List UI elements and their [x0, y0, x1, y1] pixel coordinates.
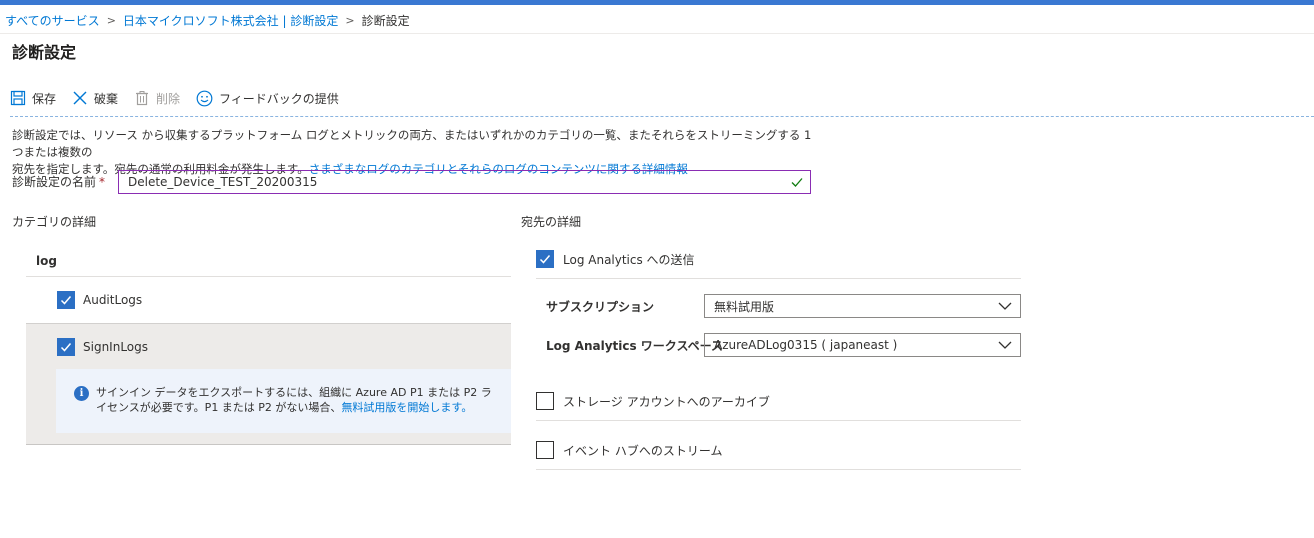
checkmark-icon — [791, 178, 803, 187]
breadcrumb-tenant[interactable]: 日本マイクロソフト株式会社 | 診断設定 — [123, 12, 338, 29]
trash-icon — [136, 91, 149, 106]
log-analytics-checkbox[interactable] — [536, 250, 554, 268]
workspace-value: AzureADLog0315 ( japaneast ) — [714, 338, 898, 352]
dest-log-analytics[interactable]: Log Analytics への送信 — [536, 249, 1021, 269]
workspace-select[interactable]: AzureADLog0315 ( japaneast ) — [704, 333, 1021, 357]
save-label: 保存 — [32, 91, 57, 106]
subscription-value: 無料試用版 — [714, 299, 775, 314]
delete-label: 削除 — [156, 91, 181, 106]
top-accent-bar — [0, 0, 1314, 5]
info-icon: i — [74, 386, 89, 401]
log-group-header: log — [26, 246, 511, 277]
signinlogs-label: SignInLogs — [83, 340, 149, 354]
category-details-heading: カテゴリの詳細 — [12, 215, 97, 229]
start-trial-link[interactable]: 無料試用版を開始します。 — [341, 401, 472, 414]
smiley-icon — [196, 90, 213, 106]
breadcrumb: すべてのサービス > 日本マイクロソフト株式会社 | 診断設定 > 診断設定 — [5, 12, 410, 29]
delete-button[interactable]: 削除 — [134, 90, 180, 107]
header-divider — [0, 33, 1314, 34]
description-line1: 診断設定では、リソース から収集するプラットフォーム ログとメトリックの両方、ま… — [12, 128, 812, 159]
subscription-label: サブスクリプション — [546, 300, 655, 314]
signinlogs-checkbox[interactable] — [57, 338, 75, 356]
dest-eventhub[interactable]: イベント ハブへのストリーム — [536, 440, 1021, 460]
checkmark-icon — [60, 296, 72, 305]
destination-details-heading: 宛先の詳細 — [521, 215, 582, 229]
auditlogs-checkbox[interactable] — [57, 291, 75, 309]
eventhub-label: イベント ハブへのストリーム — [563, 443, 723, 458]
save-icon — [10, 90, 26, 106]
license-info-banner: i サインイン データをエクスポートするには、組織に Azure AD P1 ま… — [56, 369, 511, 433]
discard-button[interactable]: 破棄 — [72, 90, 118, 107]
log-analytics-label: Log Analytics への送信 — [563, 252, 695, 267]
auditlogs-label: AuditLogs — [83, 293, 143, 307]
feedback-label: フィードバックの提供 — [219, 91, 339, 106]
toolbar-divider — [10, 116, 1314, 117]
setting-name-value: Delete_Device_TEST_20200315 — [128, 175, 318, 189]
required-asterisk: * — [99, 175, 106, 189]
feedback-button[interactable]: フィードバックの提供 — [196, 90, 339, 107]
discard-label: 破棄 — [94, 91, 119, 106]
workspace-label: Log Analytics ワークスペース — [546, 339, 724, 353]
page-title: 診断設定 — [12, 43, 77, 62]
divider — [536, 278, 1021, 279]
name-label: 診断設定の名前 * — [12, 175, 106, 189]
storage-label: ストレージ アカウントへのアーカイブ — [563, 394, 770, 409]
breadcrumb-current: 診断設定 — [361, 14, 410, 28]
category-signinlogs[interactable]: SignInLogs — [26, 337, 511, 357]
subscription-select[interactable]: 無料試用版 — [704, 294, 1021, 318]
chevron-down-icon — [998, 302, 1012, 310]
close-icon — [73, 91, 87, 105]
checkmark-icon — [60, 343, 72, 352]
divider — [536, 469, 1021, 470]
setting-name-input[interactable]: Delete_Device_TEST_20200315 — [118, 170, 811, 194]
save-button[interactable]: 保存 — [10, 90, 56, 107]
category-auditlogs[interactable]: AuditLogs — [26, 290, 511, 310]
command-bar: 保存 破棄 削除 フィードバックの提供 — [10, 86, 355, 110]
dest-storage[interactable]: ストレージ アカウントへのアーカイブ — [536, 391, 1021, 411]
chevron-right-icon: > — [345, 14, 355, 27]
eventhub-checkbox[interactable] — [536, 441, 554, 459]
chevron-right-icon: > — [106, 14, 116, 27]
checkmark-icon — [539, 255, 551, 264]
divider — [536, 420, 1021, 421]
breadcrumb-all-services[interactable]: すべてのサービス — [5, 12, 100, 29]
storage-checkbox[interactable] — [536, 392, 554, 410]
chevron-down-icon — [998, 341, 1012, 349]
